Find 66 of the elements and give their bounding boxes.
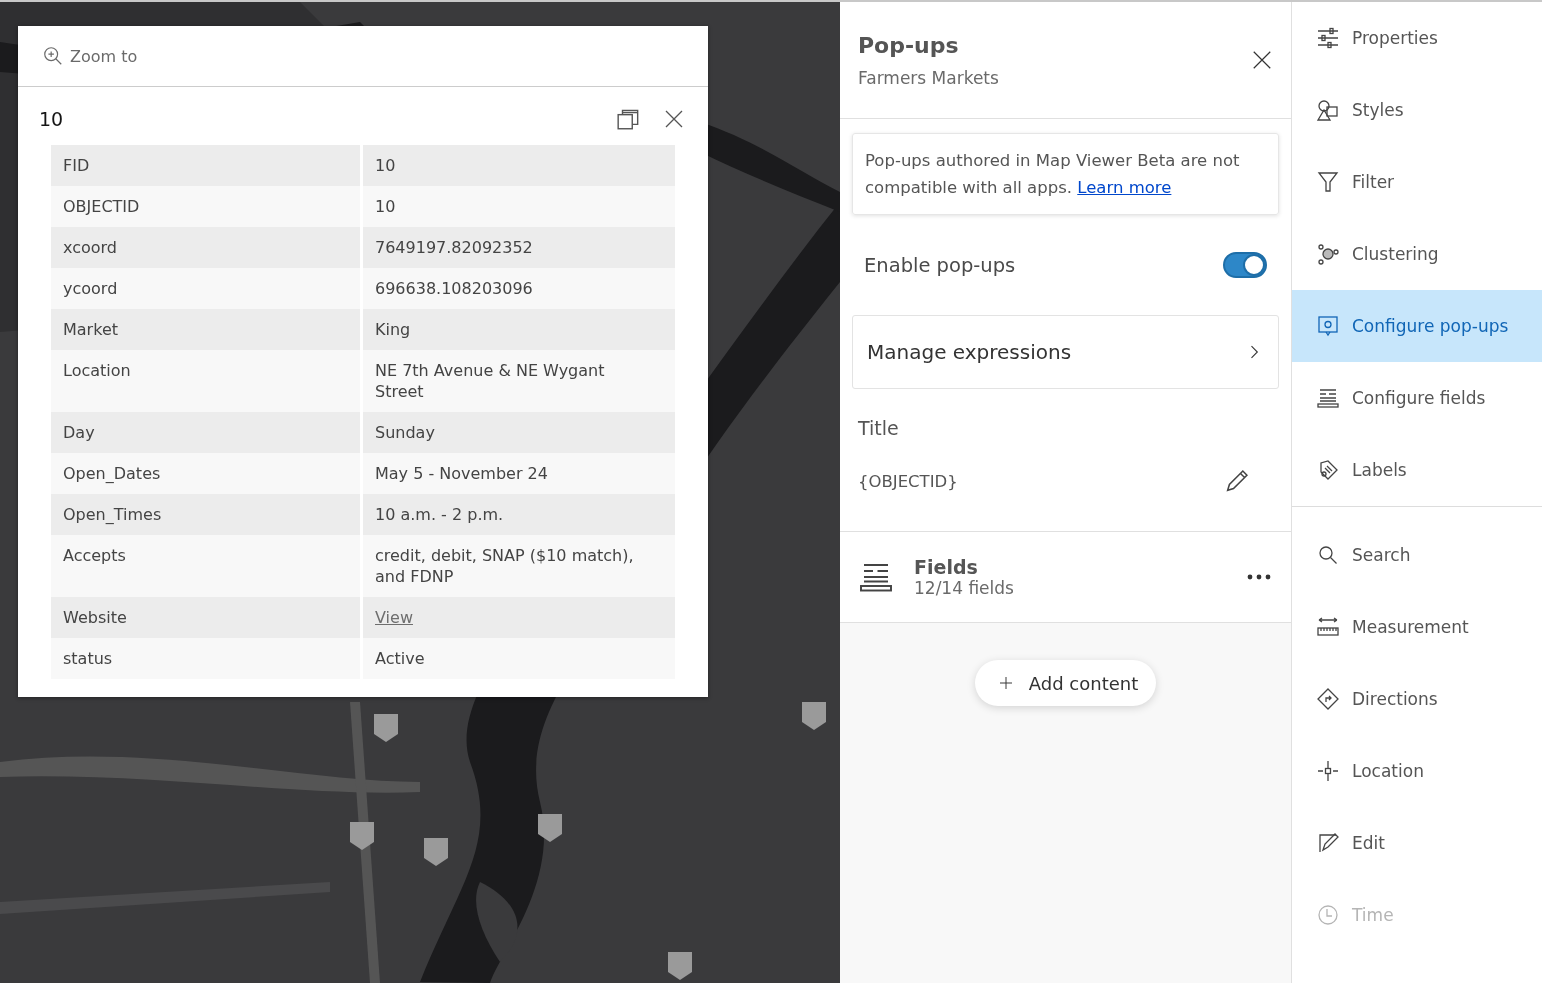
tool-button[interactable]: Clustering: [1292, 218, 1542, 290]
zoom-to-button[interactable]: Zoom to: [42, 45, 138, 67]
popup-title: 10: [39, 108, 65, 130]
crosshair-icon: [1316, 759, 1340, 783]
tool-button[interactable]: Labels: [1292, 434, 1542, 506]
field-name-cell: Day: [51, 412, 362, 453]
tool-button[interactable]: Filter: [1292, 146, 1542, 218]
clock-icon: [1316, 903, 1340, 927]
tool-button[interactable]: Configure pop-ups: [1292, 290, 1542, 362]
field-name-cell: xcoord: [51, 227, 362, 268]
manage-expressions-button[interactable]: Manage expressions: [852, 315, 1279, 389]
field-value-cell: 10: [361, 186, 675, 227]
popup-icon: [1316, 314, 1340, 338]
tool-button[interactable]: Styles: [1292, 74, 1542, 146]
field-value-cell: Active: [361, 638, 675, 679]
notice-text: Pop-ups authored in Map Viewer Beta are not compatible with all apps. Learn more: [852, 133, 1279, 215]
field-value-cell: 696638.108203096: [361, 268, 675, 309]
title-value: {OBJECTID}: [858, 471, 959, 491]
cluster-icon: [1316, 242, 1340, 266]
field-value-cell: NE 7th Avenue & NE Wygant Street: [361, 350, 675, 412]
panel-title: Pop-ups: [858, 32, 960, 58]
field-name-cell: Accepts: [51, 535, 362, 597]
more-icon: [1247, 574, 1271, 580]
sliders-icon: [1316, 26, 1340, 50]
tool-button[interactable]: Edit: [1292, 807, 1542, 879]
field-name-cell: Market: [51, 309, 362, 350]
field-value-cell: King: [361, 309, 675, 350]
fields-count: 12/14 fields: [914, 578, 1015, 598]
field-value-cell: May 5 - November 24: [361, 453, 675, 494]
field-value-cell: Sunday: [361, 412, 675, 453]
shapes-icon: [1316, 98, 1340, 122]
tool-button[interactable]: Search: [1292, 519, 1542, 591]
field-name-cell: ycoord: [51, 268, 362, 309]
fields-title: Fields: [914, 556, 979, 578]
more-button[interactable]: [1247, 574, 1271, 580]
tool-button[interactable]: Location: [1292, 735, 1542, 807]
ruler-icon: [1316, 615, 1340, 639]
field-value-cell: 10: [361, 145, 675, 186]
field-name-cell: Website: [51, 597, 362, 638]
tool-button[interactable]: Configure fields: [1292, 362, 1542, 434]
toggle-switch[interactable]: [1223, 252, 1267, 278]
layer-name: Farmers Markets: [858, 67, 1000, 88]
fields-icon: [1316, 386, 1340, 410]
field-name-cell: Open_Dates: [51, 453, 362, 494]
add-content-button[interactable]: Add content: [974, 660, 1157, 706]
website-link[interactable]: View: [375, 608, 413, 627]
close-button[interactable]: [1251, 49, 1273, 71]
field-name-cell: OBJECTID: [51, 186, 362, 227]
edit-icon: [1316, 831, 1340, 855]
field-name-cell: Open_Times: [51, 494, 362, 535]
field-value-cell: 7649197.82092352: [361, 227, 675, 268]
learn-more-link[interactable]: Learn more: [1077, 178, 1172, 197]
field-name-cell: status: [51, 638, 362, 679]
tool-button[interactable]: Measurement: [1292, 591, 1542, 663]
section-label: Title: [857, 416, 900, 439]
field-name-cell: Location: [51, 350, 362, 412]
field-value-cell: 10 a.m. - 2 p.m.: [361, 494, 675, 535]
tool-button[interactable]: Properties: [1292, 2, 1542, 74]
zoom-in-icon: [42, 45, 64, 67]
field-value-cell: credit, debit, SNAP ($10 match), and FDNP: [361, 535, 675, 597]
tool-button[interactable]: Directions: [1292, 663, 1542, 735]
close-icon: [1251, 49, 1273, 71]
enable-label: Enable pop-ups: [864, 253, 1017, 277]
field-name-cell: FID: [51, 145, 362, 186]
directions-icon: [1316, 687, 1340, 711]
funnel-icon: [1316, 170, 1340, 194]
